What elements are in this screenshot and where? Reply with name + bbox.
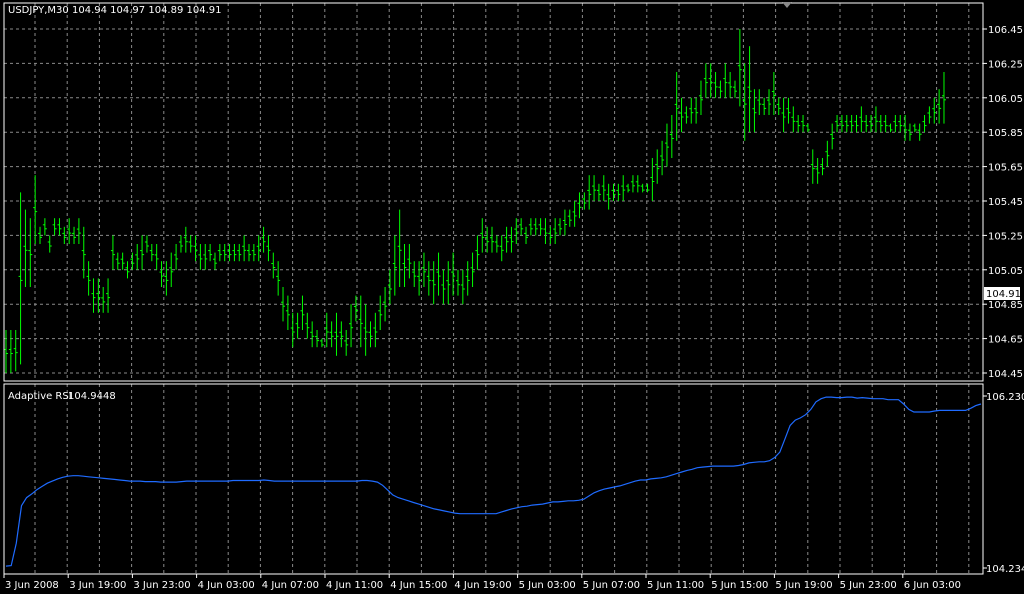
- indicator-panel-grid: [34, 384, 970, 574]
- indicator-panel-frame: [3, 383, 984, 575]
- adaptive-rsi-series: [5, 396, 982, 567]
- time-axis[interactable]: 3 Jun 2008 3 Jun 19:00 3 Jun 23:00 4 Jun 03…: [3, 574, 961, 591]
- time-tick-label: 4 Jun 03:00: [198, 580, 255, 591]
- panel-frames: [3, 2, 984, 575]
- time-tick-label: 5 Jun 07:00: [583, 580, 640, 591]
- price-tick-label: 105.05: [988, 266, 1023, 277]
- time-tick-label: 4 Jun 07:00: [262, 580, 319, 591]
- time-tick-label: 4 Jun 15:00: [390, 580, 447, 591]
- time-tick-label: 5 Jun 15:00: [711, 580, 768, 591]
- time-tick-label: 6 Jun 03:00: [904, 580, 961, 591]
- time-tick-label: 5 Jun 03:00: [519, 580, 576, 591]
- time-tick-label: 3 Jun 23:00: [133, 580, 190, 591]
- chart-canvas[interactable]: 106.45 106.25 106.05 105.85 105.65 105.45 105.…: [0, 0, 1024, 594]
- current-price-label: 104.91: [986, 289, 1021, 300]
- indicator-value-label: 104.9448: [68, 391, 116, 402]
- time-tick-label: 5 Jun 11:00: [647, 580, 704, 591]
- indicator-tick-label: 106.2302: [986, 392, 1024, 403]
- price-tick-label: 105.25: [988, 231, 1023, 242]
- time-tick-label: 3 Jun 19:00: [69, 580, 126, 591]
- time-tick-label: 3 Jun 2008: [5, 580, 59, 591]
- indicator-name-label: Adaptive RSI: [8, 391, 72, 402]
- price-tick-label: 105.65: [988, 163, 1023, 174]
- shift-marker-icon[interactable]: [782, 2, 792, 8]
- main-panel-grid: [4, 3, 983, 381]
- ohlc-readout: 104.94 104.97 104.89 104.91: [72, 5, 222, 16]
- price-tick-label: 105.45: [988, 197, 1023, 208]
- time-tick-label: 4 Jun 19:00: [454, 580, 511, 591]
- price-tick-label: 104.85: [988, 300, 1023, 311]
- price-tick-label: 106.45: [988, 25, 1023, 36]
- time-tick-label: 5 Jun 19:00: [775, 580, 832, 591]
- price-tick-label: 106.25: [988, 59, 1023, 70]
- adaptive-rsi-line: [5, 396, 982, 567]
- price-tick-label: 105.85: [988, 128, 1023, 139]
- symbol-label: USDJPY,M30: [8, 5, 69, 16]
- time-tick-label: 4 Jun 11:00: [326, 580, 383, 591]
- indicator-axis[interactable]: 106.2302 104.2346: [983, 392, 1024, 575]
- main-panel-frame: [3, 2, 984, 382]
- time-tick-label: 5 Jun 23:00: [840, 580, 897, 591]
- price-tick-label: 104.65: [988, 335, 1023, 346]
- indicator-tick-label: 104.2346: [986, 564, 1024, 575]
- price-axis[interactable]: 106.45 106.25 106.05 105.85 105.65 105.45 105.…: [983, 25, 1023, 380]
- price-tick-label: 106.05: [988, 94, 1023, 105]
- price-tick-label: 104.45: [988, 369, 1023, 380]
- chart-window[interactable]: 106.45 106.25 106.05 105.85 105.65 105.45 105.…: [0, 0, 1024, 594]
